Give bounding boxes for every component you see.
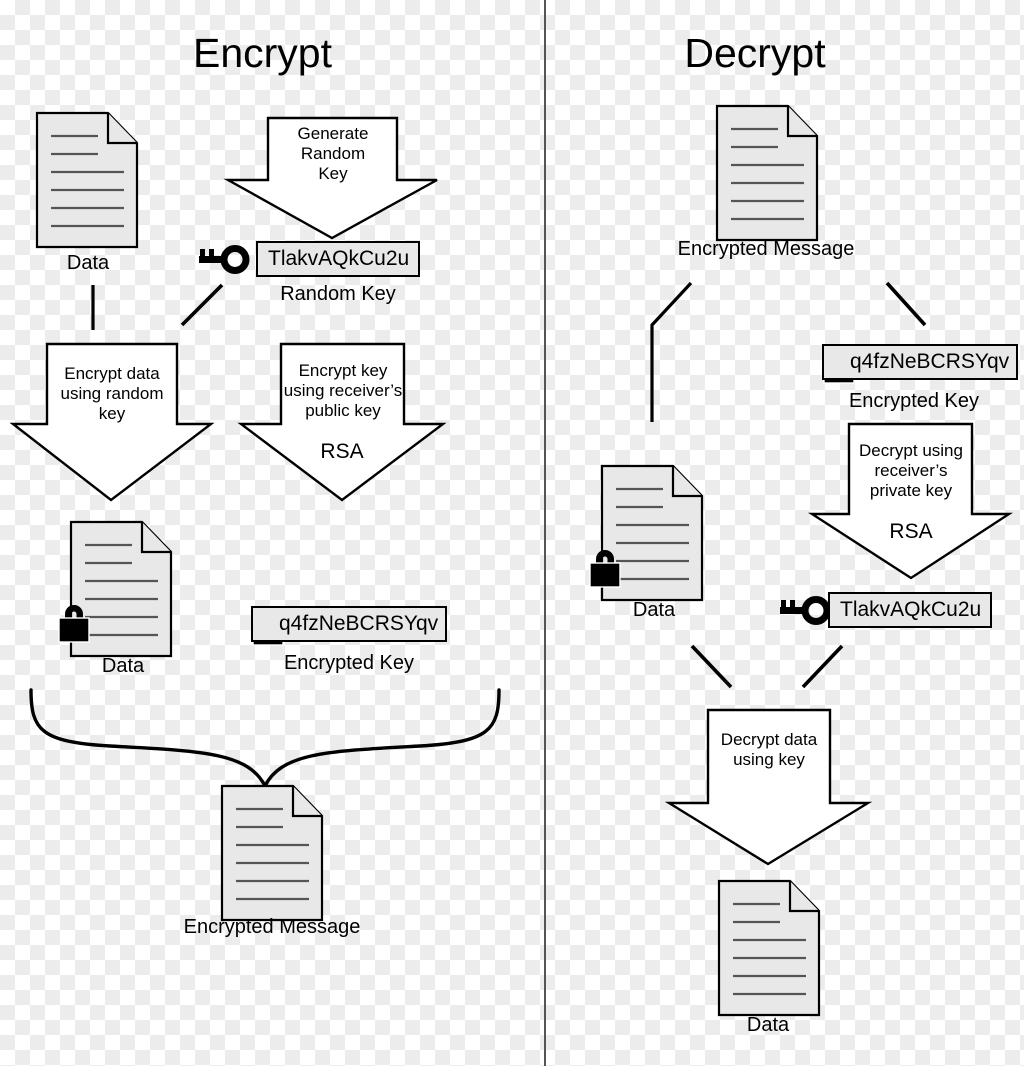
random-key-caption: Random Key	[280, 283, 396, 305]
encrypt-locked-data-caption: Data	[101, 655, 145, 677]
connector-key-to-encrypt	[180, 283, 224, 327]
curly-brace	[29, 688, 501, 790]
key-icon	[199, 249, 246, 271]
decrypt-final-data-caption: Data	[746, 1014, 790, 1036]
connector-message-to-encrypted-key	[885, 281, 927, 327]
diagram-canvas: Encrypt Decrypt Data Generate Random Key…	[0, 0, 1024, 1066]
encrypt-key-arrow-label: Encrypt key using receiver’s public key	[283, 361, 403, 421]
connector-message-to-data	[650, 281, 693, 422]
encrypt-encrypted-key-caption: Encrypted Key	[283, 652, 415, 674]
decrypt-random-key-box[interactable]: TlakvAQkCu2u	[828, 592, 992, 628]
decrypt-encrypted-key-box[interactable]: q4fzNeBCRSYqv	[822, 344, 1018, 380]
document-icon	[717, 879, 821, 1017]
random-key-box[interactable]: TlakvAQkCu2u	[256, 241, 420, 277]
document-icon	[220, 784, 324, 922]
document-icon	[715, 104, 819, 242]
connector-key-to-decrypt-data	[801, 644, 844, 689]
decrypt-encrypted-key-caption: Encrypted Key	[848, 390, 980, 412]
encrypt-data-arrow-label: Encrypt data using random key	[60, 364, 164, 424]
encrypt-data-doc-caption: Data	[66, 252, 110, 274]
decrypt-data-arrow-label: Decrypt data using key	[720, 730, 818, 770]
decrypt-encrypted-message-caption: Encrypted Message	[677, 238, 855, 260]
encrypted-key-box[interactable]: q4fzNeBCRSYqv	[251, 606, 447, 642]
connector-data-to-decrypt-data	[690, 644, 733, 689]
encrypt-key-arrow-algorithm: RSA	[320, 440, 364, 463]
decrypt-key-arrow-algorithm: RSA	[889, 520, 933, 543]
encrypted-message-caption: Encrypted Message	[183, 916, 361, 938]
decrypt-locked-data-caption: Data	[632, 599, 676, 621]
key-icon	[780, 600, 827, 622]
decrypt-key-arrow-label: Decrypt using receiver’s private key	[859, 441, 963, 501]
generate-random-key-arrow-label: Generate Random Key	[297, 124, 369, 184]
document-icon	[35, 111, 139, 249]
